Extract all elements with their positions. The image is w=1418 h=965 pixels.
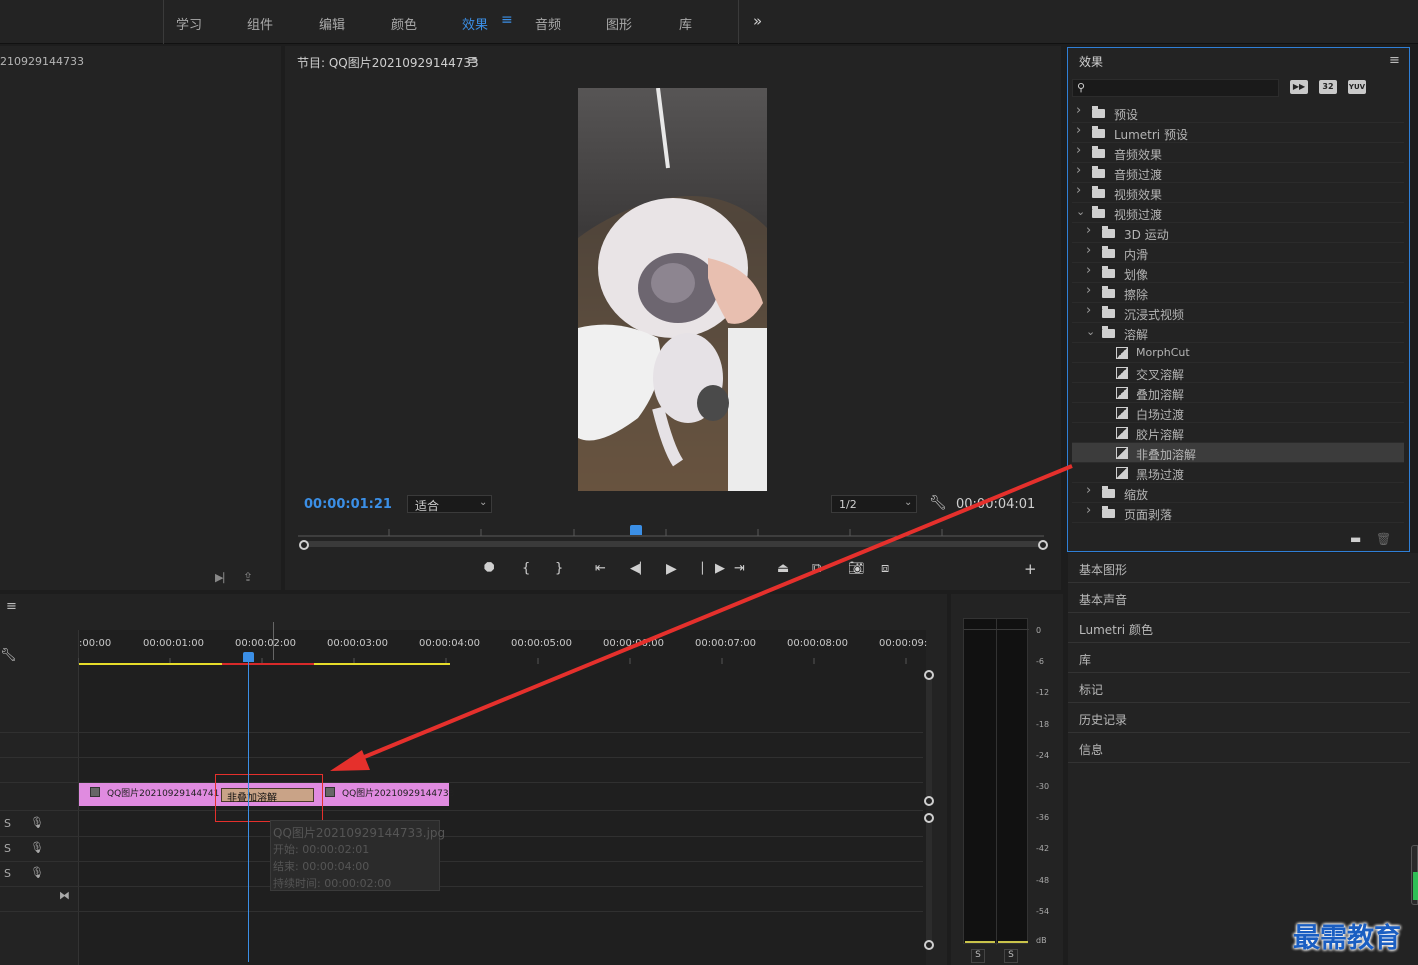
watermark: 最需教育 bbox=[1293, 923, 1401, 954]
annotation-arrow bbox=[330, 464, 1073, 771]
